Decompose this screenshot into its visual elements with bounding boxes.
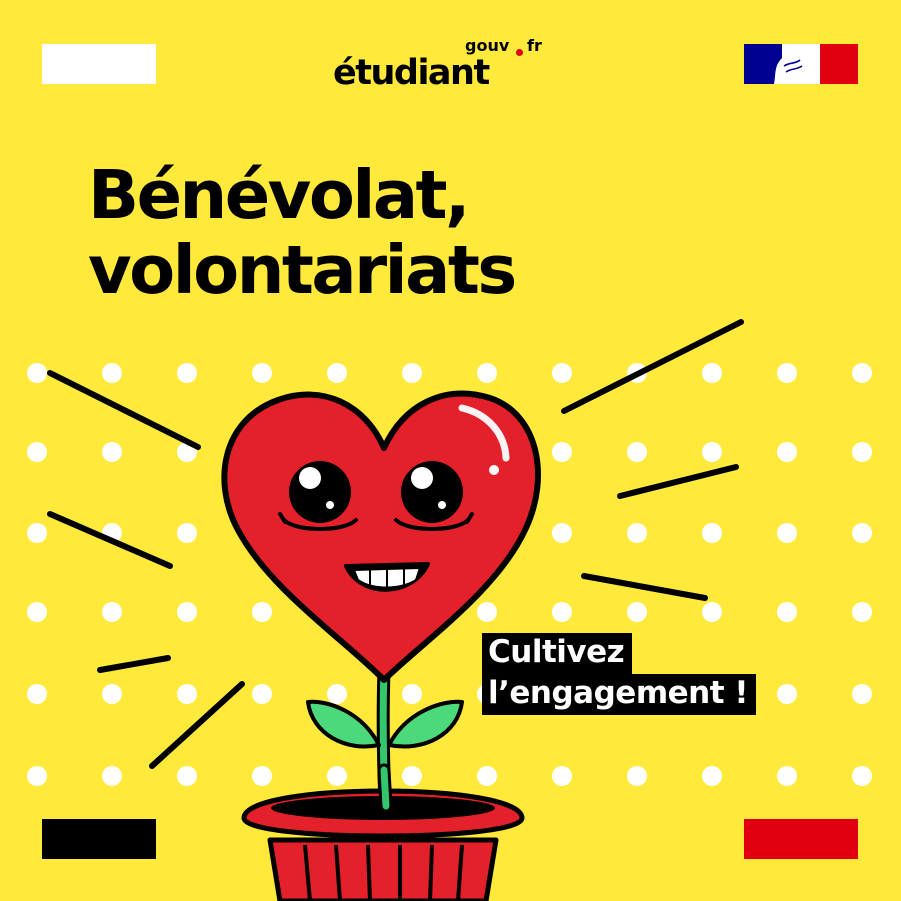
tagline-line-1: Cultivez <box>482 633 633 674</box>
left-leaf <box>306 699 381 749</box>
right-leaf <box>387 699 464 749</box>
poster: gouv fr étudiant Bénévolat, volontariats <box>0 0 901 901</box>
flower-pot <box>241 763 525 901</box>
tagline-line-2: l’engagement ! <box>482 673 756 715</box>
heart-plant-illustration <box>27 319 872 901</box>
tagline: Cultivez l’engagement ! <box>482 633 756 715</box>
